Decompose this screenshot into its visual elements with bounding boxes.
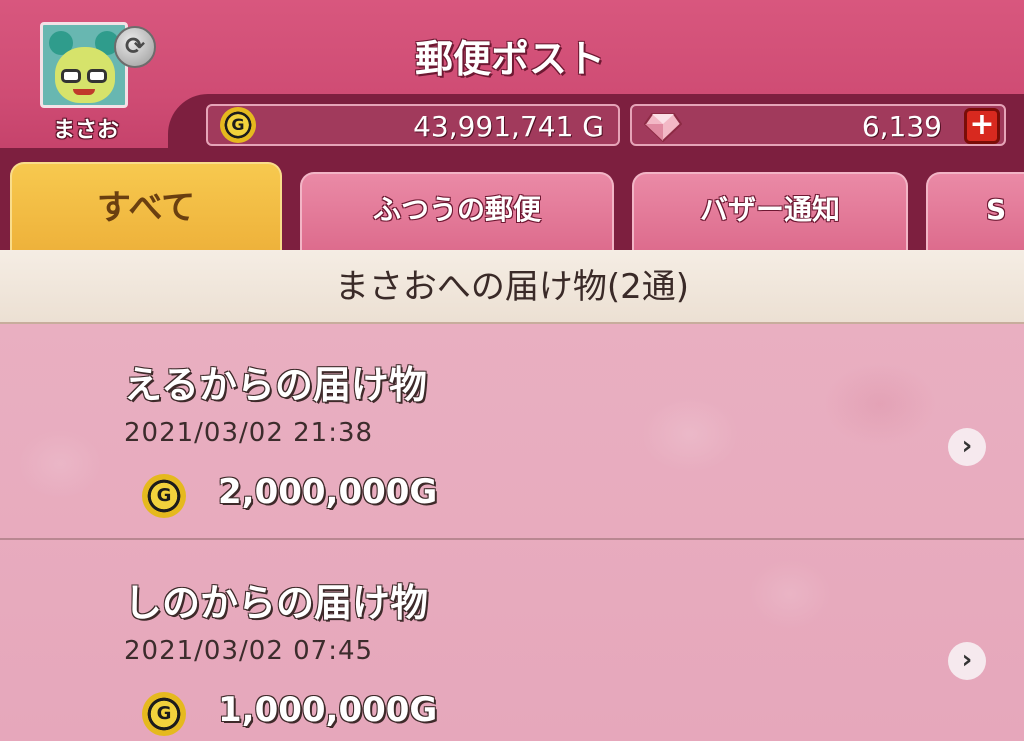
gold-coin-icon: G: [142, 692, 186, 736]
section-header: まさおへの届け物(2通): [0, 250, 1024, 324]
mail-date: 2021/03/02 21:38: [124, 418, 374, 448]
gold-coin-icon: G: [142, 474, 186, 518]
avatar-glasses-right: [87, 69, 107, 83]
gem-amount: 6,139: [861, 110, 942, 143]
swap-icon[interactable]: ⟳: [114, 26, 156, 68]
gold-coin-icon: G: [220, 107, 256, 143]
tab-normal-mail[interactable]: ふつうの郵便: [300, 172, 614, 250]
gem-display: 6,139 +: [630, 104, 1006, 146]
mail-amount: 1,000,000G: [218, 690, 438, 730]
add-gems-button[interactable]: +: [964, 108, 1000, 144]
gem-icon: [644, 113, 682, 142]
tab-more[interactable]: S: [926, 172, 1024, 250]
mail-sender: えるからの届け物: [124, 363, 427, 407]
tab-bar: すべて ふつうの郵便 バザー通知 S: [0, 158, 1024, 250]
mail-item[interactable]: えるからの届け物 2021/03/02 21:38 G 2,000,000G ›: [0, 324, 1024, 540]
player-name: まさお: [52, 118, 119, 143]
gold-amount: 43,991,741 G: [413, 110, 604, 143]
chevron-right-icon[interactable]: ›: [948, 428, 986, 466]
avatar-glasses-left: [61, 69, 81, 83]
mail-date: 2021/03/02 07:45: [124, 636, 374, 666]
mail-amount: 2,000,000G: [218, 472, 438, 512]
gold-display: G 43,991,741 G: [206, 104, 620, 146]
avatar[interactable]: [40, 22, 128, 108]
tab-all[interactable]: すべて: [10, 162, 282, 250]
page-title: 郵便ポスト: [414, 37, 605, 81]
mail-item[interactable]: しのからの届け物 2021/03/02 07:45 G 1,000,000G ›: [0, 542, 1024, 741]
mail-sender: しのからの届け物: [124, 581, 429, 625]
chevron-right-icon[interactable]: ›: [948, 642, 986, 680]
tab-bazaar-notice[interactable]: バザー通知: [632, 172, 908, 250]
mail-list: えるからの届け物 2021/03/02 21:38 G 2,000,000G ›…: [0, 324, 1024, 741]
avatar-mouth: [73, 89, 95, 95]
